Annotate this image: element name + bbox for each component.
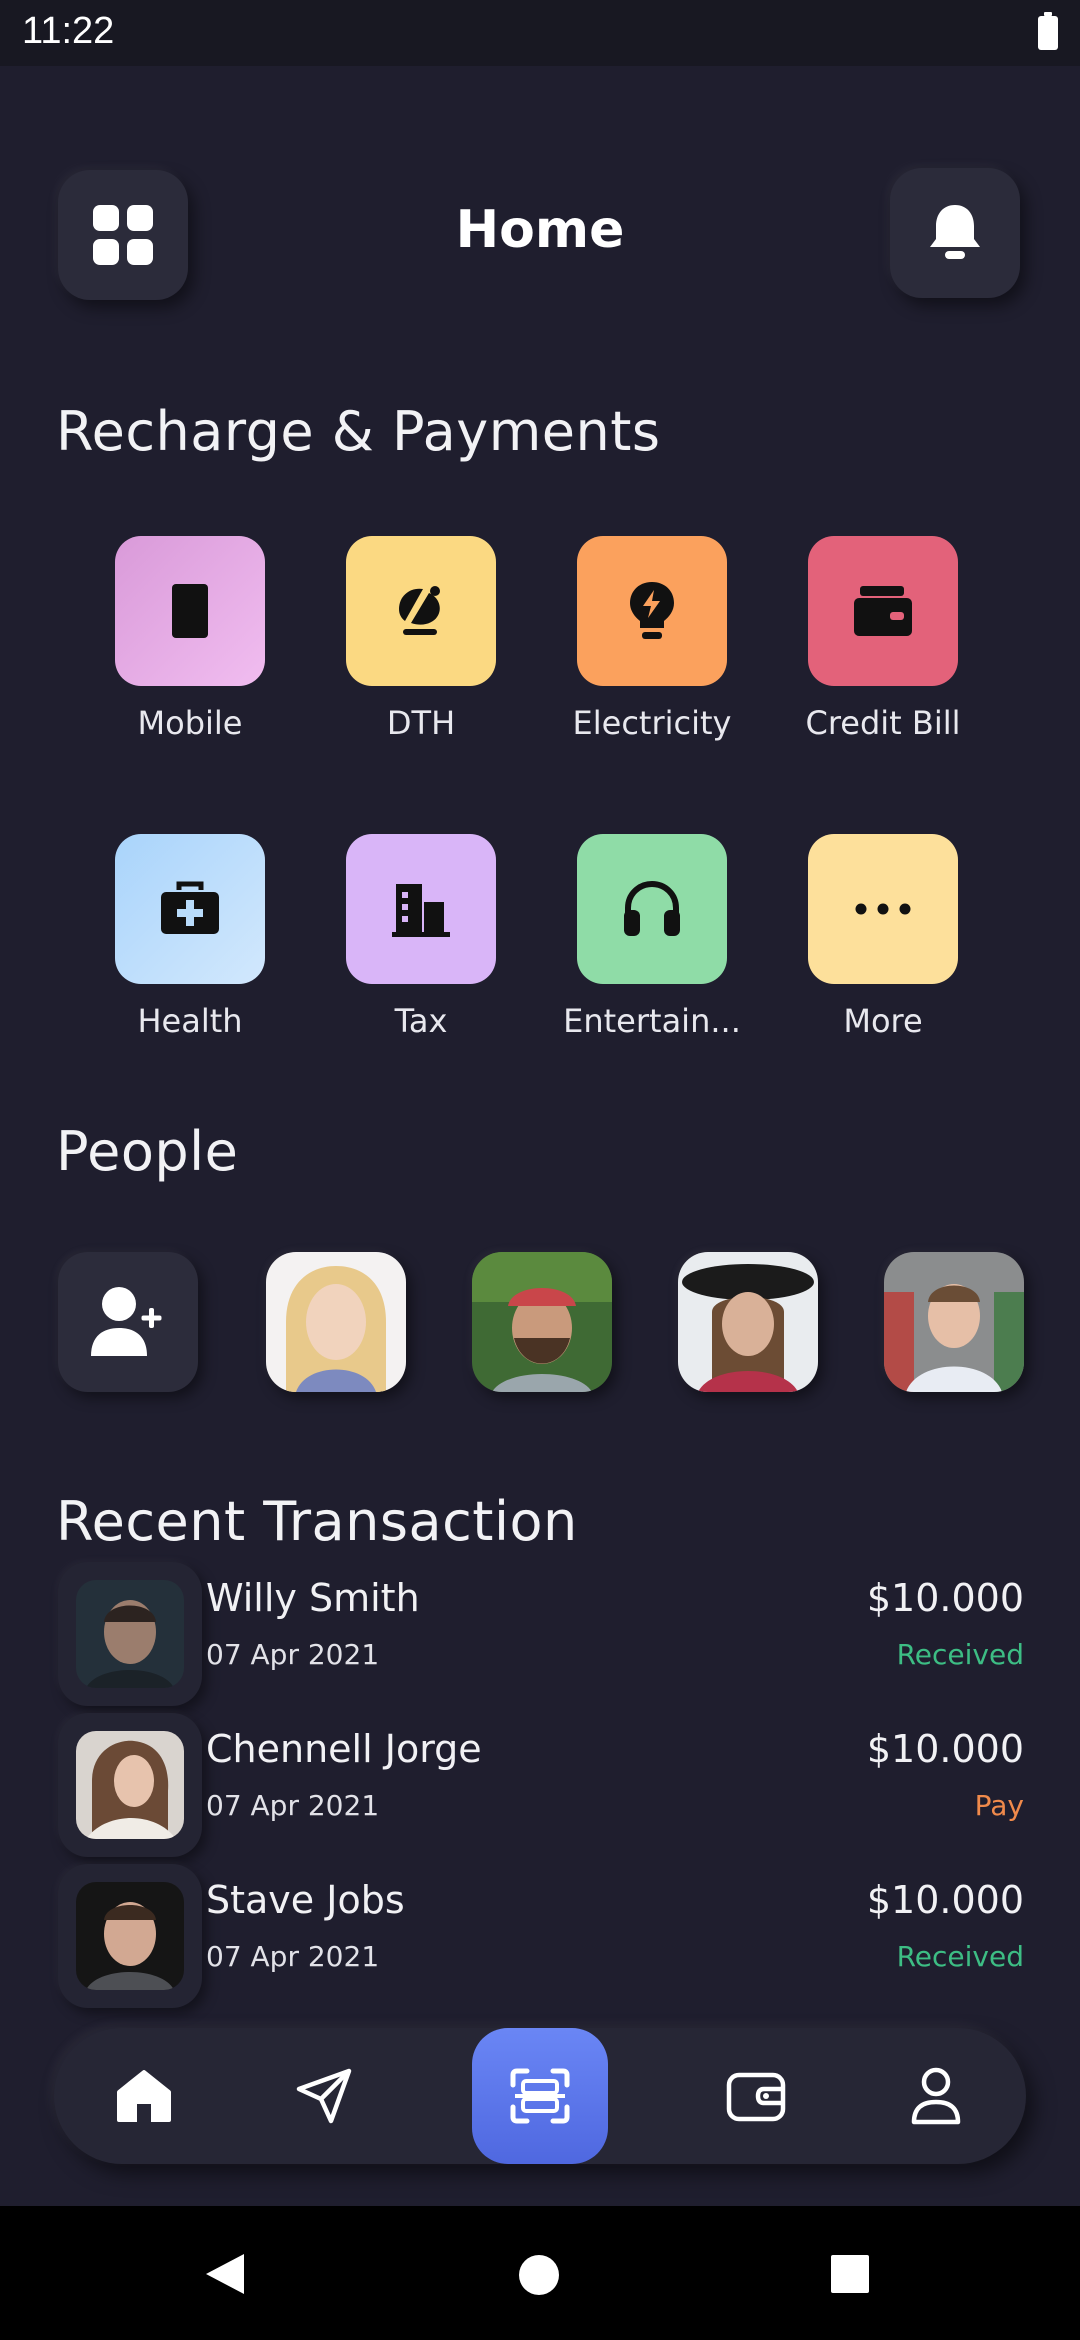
nav-send[interactable] xyxy=(288,2060,360,2132)
notifications-button[interactable] xyxy=(890,168,1020,298)
electricity-label: Electricity xyxy=(572,704,732,742)
transaction-avatar xyxy=(76,1731,184,1839)
status-bar: 11:22 xyxy=(0,0,1080,66)
wallet-icon xyxy=(854,586,912,636)
bottom-navigation xyxy=(54,2028,1026,2164)
profile-icon xyxy=(911,2067,961,2125)
person-photo xyxy=(678,1252,818,1392)
send-icon xyxy=(296,2068,352,2124)
transaction-status: Received xyxy=(896,1638,1024,1671)
person-photo xyxy=(884,1252,1024,1392)
transaction-status: Pay xyxy=(974,1789,1024,1822)
transaction-amount: $10.000 xyxy=(866,1727,1024,1771)
dth-tile[interactable] xyxy=(346,536,496,686)
scan-button[interactable] xyxy=(472,2028,608,2164)
transaction-avatar xyxy=(76,1580,184,1688)
health-label: Health xyxy=(137,1002,243,1040)
transaction-avatar xyxy=(76,1882,184,1990)
credit-bill-label: Credit Bill xyxy=(805,704,961,742)
transaction-avatar-frame xyxy=(58,1864,202,2008)
transaction-row[interactable]: Chennell Jorge 07 Apr 2021 $10.000 Pay xyxy=(0,1713,1080,1863)
transaction-avatar-frame xyxy=(58,1713,202,1857)
back-icon[interactable] xyxy=(202,2252,248,2296)
transaction-date: 07 Apr 2021 xyxy=(206,1638,380,1671)
person-photo xyxy=(472,1252,612,1392)
scan-icon xyxy=(510,2068,570,2124)
home-circle-icon[interactable] xyxy=(518,2254,560,2296)
transaction-status: Received xyxy=(896,1940,1024,1973)
transaction-row[interactable]: Willy Smith 07 Apr 2021 $10.000 Received xyxy=(0,1562,1080,1712)
health-tile[interactable] xyxy=(115,834,265,984)
dth-label: DTH xyxy=(386,704,456,742)
transaction-name: Willy Smith xyxy=(206,1576,420,1620)
person-avatar[interactable] xyxy=(472,1252,612,1392)
system-navigation-bar xyxy=(0,2206,1080,2340)
mobile-phone-icon xyxy=(172,584,208,638)
entertainment-tile[interactable] xyxy=(577,834,727,984)
add-user-icon xyxy=(91,1287,162,1356)
add-person-button[interactable] xyxy=(58,1252,198,1392)
nav-home[interactable] xyxy=(108,2060,180,2132)
light-bulb-icon xyxy=(630,582,674,639)
satellite-dish-icon xyxy=(399,586,440,635)
transaction-avatar-frame xyxy=(58,1562,202,1706)
mobile-tile[interactable] xyxy=(115,536,265,686)
transaction-amount: $10.000 xyxy=(866,1576,1024,1620)
transaction-row[interactable]: Stave Jobs 07 Apr 2021 $10.000 Received xyxy=(0,1864,1080,2014)
home-icon xyxy=(117,2070,171,2122)
nav-wallet[interactable] xyxy=(720,2060,792,2132)
recents-icon[interactable] xyxy=(830,2254,870,2294)
transaction-name: Stave Jobs xyxy=(206,1878,405,1922)
mobile-label: Mobile xyxy=(137,704,243,742)
people-section-title: People xyxy=(56,1120,239,1183)
battery-icon xyxy=(1038,12,1058,50)
more-dots-icon xyxy=(855,903,911,915)
person-avatar[interactable] xyxy=(884,1252,1024,1392)
transaction-date: 07 Apr 2021 xyxy=(206,1789,380,1822)
medical-kit-icon xyxy=(161,881,219,934)
more-label: More xyxy=(843,1002,923,1040)
transaction-amount: $10.000 xyxy=(866,1878,1024,1922)
transaction-name: Chennell Jorge xyxy=(206,1727,482,1771)
more-tile[interactable] xyxy=(808,834,958,984)
transactions-section-title: Recent Transaction xyxy=(56,1490,578,1553)
headphones-icon xyxy=(624,880,680,936)
building-icon xyxy=(392,884,450,937)
tax-tile[interactable] xyxy=(346,834,496,984)
tax-label: Tax xyxy=(394,1002,448,1040)
status-time: 11:22 xyxy=(22,10,115,52)
recharge-section-title: Recharge & Payments xyxy=(56,400,661,463)
wallet-icon xyxy=(726,2072,786,2122)
transaction-date: 07 Apr 2021 xyxy=(206,1940,380,1973)
nav-profile[interactable] xyxy=(900,2060,972,2132)
bell-icon xyxy=(930,205,980,259)
credit-bill-tile[interactable] xyxy=(808,536,958,686)
person-photo xyxy=(266,1252,406,1392)
person-avatar[interactable] xyxy=(678,1252,818,1392)
person-avatar[interactable] xyxy=(266,1252,406,1392)
entertainment-label: Entertain... xyxy=(563,1002,741,1040)
electricity-tile[interactable] xyxy=(577,536,727,686)
